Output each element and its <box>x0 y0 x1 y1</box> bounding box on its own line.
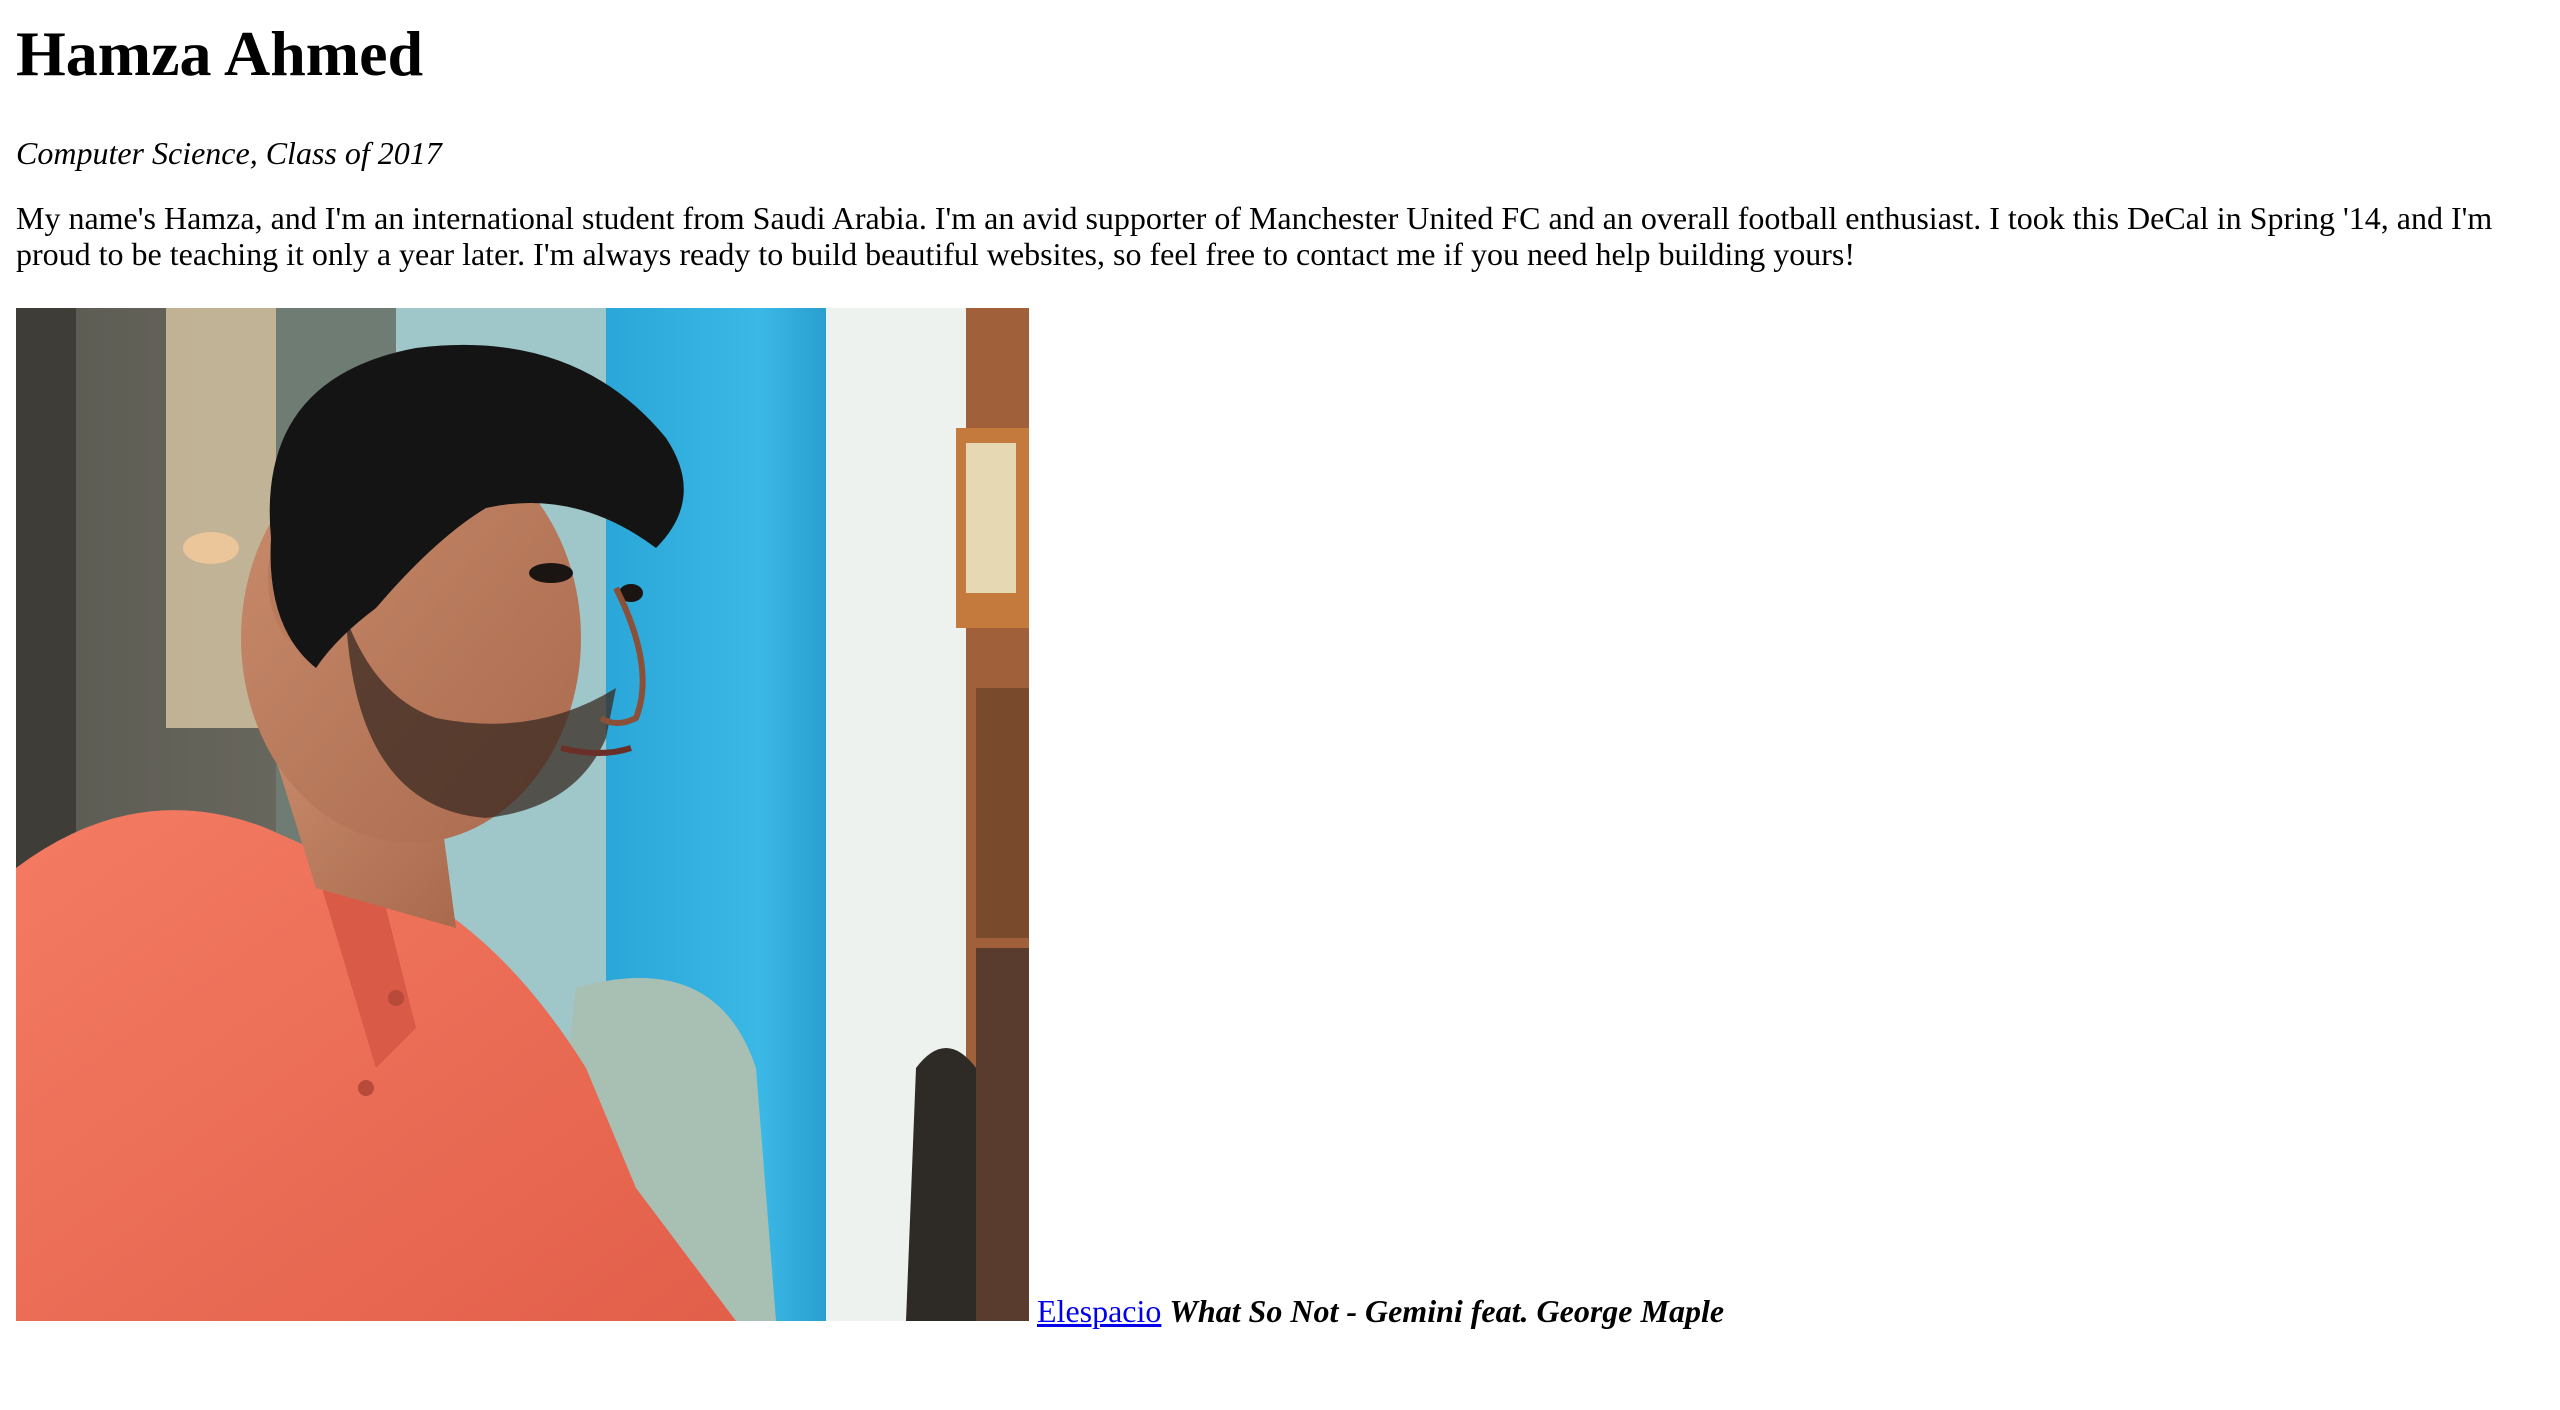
page: Hamza Ahmed Computer Science, Class of 2… <box>0 16 2560 1329</box>
profile-subtitle: Computer Science, Class of 2017 <box>16 135 442 171</box>
track-title: What So Not - Gemini feat. George Maple <box>1169 1293 1725 1329</box>
profile-bio: My name's Hamza, and I'm an internationa… <box>16 200 2493 272</box>
portrait-image <box>16 308 1029 1321</box>
profile-photo <box>16 308 1029 1321</box>
music-source-link[interactable]: Elespacio <box>1037 1293 1161 1329</box>
music-caption: Elespacio What So Not - Gemini feat. Geo… <box>1037 1293 1724 1329</box>
page-title: Hamza Ahmed <box>16 18 424 89</box>
media-row: Elespacio What So Not - Gemini feat. Geo… <box>16 308 2544 1329</box>
